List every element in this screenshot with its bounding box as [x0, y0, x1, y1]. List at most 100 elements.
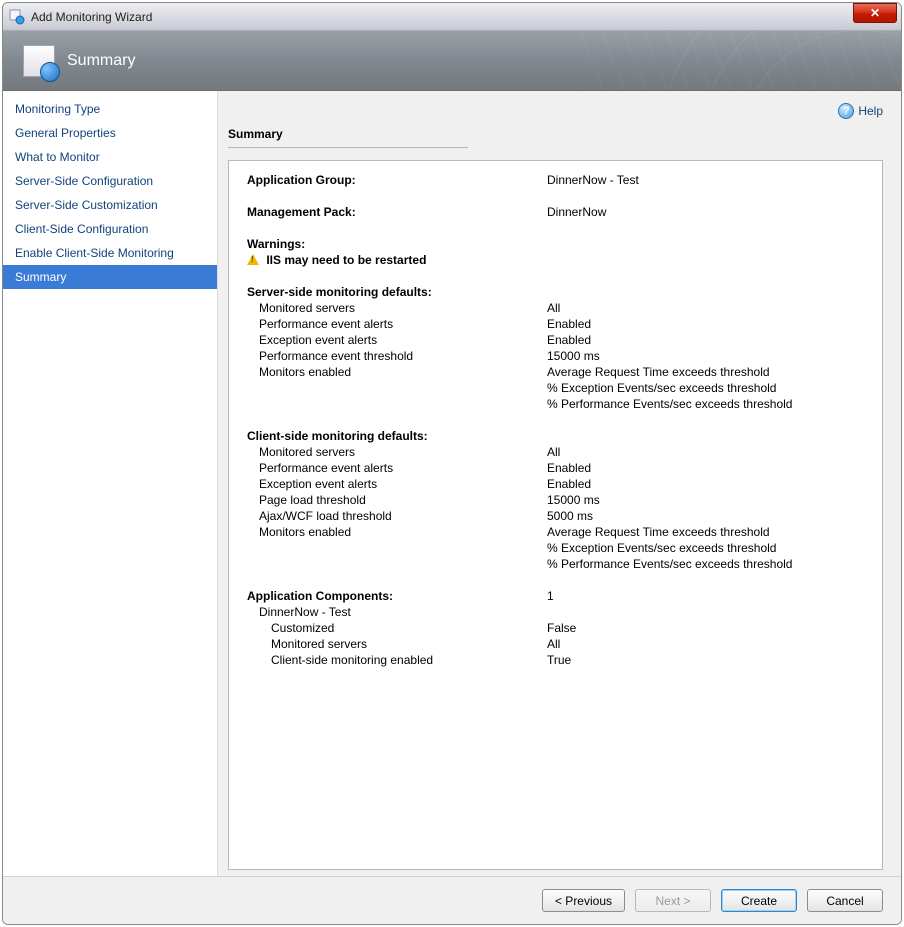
value-component-1-customized: False [547, 621, 864, 635]
wizard-footer: < Previous Next > Create Cancel [3, 876, 901, 924]
row-client-monitors-2: % Exception Events/sec exceeds threshold [247, 541, 864, 555]
row-management-pack: Management Pack: DinnerNow [247, 205, 864, 219]
warning-text: IIS may need to be restarted [266, 253, 426, 267]
main-panel: ? Help Summary Application Group: Dinner… [218, 91, 901, 876]
help-icon: ? [838, 103, 854, 119]
label-server-monitored-servers: Monitored servers [247, 301, 547, 315]
row-application-group: Application Group: DinnerNow - Test [247, 173, 864, 187]
row-client-monitored-servers: Monitored servers All [247, 445, 864, 459]
sidebar-item-server-side-customization[interactable]: Server-Side Customization [3, 193, 217, 217]
value-app-components: 1 [547, 589, 864, 603]
label-client-monitored-servers: Monitored servers [247, 445, 547, 459]
value-server-perf-alerts: Enabled [547, 317, 864, 331]
previous-button[interactable]: < Previous [542, 889, 625, 912]
label-app-components: Application Components: [247, 589, 547, 603]
label-server-perf-alerts: Performance event alerts [247, 317, 547, 331]
window-title: Add Monitoring Wizard [31, 10, 152, 24]
sidebar: Monitoring Type General Properties What … [3, 91, 218, 876]
row-server-exc-alerts: Exception event alerts Enabled [247, 333, 864, 347]
row-component-1-monitored-servers: Monitored servers All [247, 637, 864, 651]
row-server-perf-threshold: Performance event threshold 15000 ms [247, 349, 864, 363]
banner-title: Summary [67, 52, 135, 70]
row-component-1-client-side-enabled: Client-side monitoring enabled True [247, 653, 864, 667]
sidebar-item-label: Client-Side Configuration [15, 222, 148, 236]
label-component-1-customized: Customized [247, 621, 547, 635]
row-client-monitors-enabled: Monitors enabled Average Request Time ex… [247, 525, 864, 539]
row-component-1-name: DinnerNow - Test [247, 605, 864, 619]
sidebar-item-server-side-configuration[interactable]: Server-Side Configuration [3, 169, 217, 193]
banner: Summary [3, 31, 901, 91]
value-client-monitors-1: Average Request Time exceeds threshold [547, 525, 864, 539]
label-client-monitors-enabled: Monitors enabled [247, 525, 547, 539]
close-button[interactable]: ✕ [853, 3, 897, 23]
row-server-perf-alerts: Performance event alerts Enabled [247, 317, 864, 331]
close-icon: ✕ [870, 6, 880, 20]
sidebar-item-label: What to Monitor [15, 150, 100, 164]
value-server-perf-threshold: 15000 ms [547, 349, 864, 363]
label-server-monitors-enabled: Monitors enabled [247, 365, 547, 379]
value-client-exc-alerts: Enabled [547, 477, 864, 491]
label-application-group: Application Group: [247, 173, 547, 187]
sidebar-item-enable-client-side-monitoring[interactable]: Enable Client-Side Monitoring [3, 241, 217, 265]
row-client-heading: Client-side monitoring defaults: [247, 429, 864, 443]
label-client-perf-alerts: Performance event alerts [247, 461, 547, 475]
value-client-monitors-2: % Exception Events/sec exceeds threshold [547, 541, 864, 555]
label-client-page-load-threshold: Page load threshold [247, 493, 547, 507]
value-component-1-client-side-enabled: True [547, 653, 864, 667]
sidebar-item-what-to-monitor[interactable]: What to Monitor [3, 145, 217, 169]
component-1-name: DinnerNow - Test [247, 605, 547, 619]
cancel-button[interactable]: Cancel [807, 889, 883, 912]
wizard-body: Monitoring Type General Properties What … [3, 91, 901, 876]
row-app-components: Application Components: 1 [247, 589, 864, 603]
row-server-heading: Server-side monitoring defaults: [247, 285, 864, 299]
row-server-monitors-2: % Exception Events/sec exceeds threshold [247, 381, 864, 395]
value-server-monitored-servers: All [547, 301, 864, 315]
row-client-exc-alerts: Exception event alerts Enabled [247, 477, 864, 491]
sidebar-item-label: Server-Side Configuration [15, 174, 153, 188]
row-client-perf-alerts: Performance event alerts Enabled [247, 461, 864, 475]
value-client-monitored-servers: All [547, 445, 864, 459]
wizard-window: Add Monitoring Wizard ✕ Summary Monitori… [2, 2, 902, 925]
row-warning-1: IIS may need to be restarted [247, 253, 864, 267]
value-client-page-load-threshold: 15000 ms [547, 493, 864, 507]
value-server-monitors-1: Average Request Time exceeds threshold [547, 365, 864, 379]
label-warnings: Warnings: [247, 237, 547, 251]
value-management-pack: DinnerNow [547, 205, 864, 219]
sidebar-item-label: Enable Client-Side Monitoring [15, 246, 174, 260]
app-icon [9, 9, 25, 25]
value-component-1-monitored-servers: All [547, 637, 864, 651]
sidebar-item-monitoring-type[interactable]: Monitoring Type [3, 97, 217, 121]
help-link[interactable]: Help [858, 104, 883, 118]
label-server-perf-threshold: Performance event threshold [247, 349, 547, 363]
sidebar-item-label: Server-Side Customization [15, 198, 158, 212]
label-client-ajax-threshold: Ajax/WCF load threshold [247, 509, 547, 523]
sidebar-item-general-properties[interactable]: General Properties [3, 121, 217, 145]
label-management-pack: Management Pack: [247, 205, 547, 219]
sidebar-item-summary[interactable]: Summary [3, 265, 217, 289]
next-button: Next > [635, 889, 711, 912]
value-server-monitors-2: % Exception Events/sec exceeds threshold [547, 381, 864, 395]
titlebar: Add Monitoring Wizard ✕ [3, 3, 901, 31]
help-row: ? Help [228, 103, 883, 119]
label-component-1-client-side-enabled: Client-side monitoring enabled [247, 653, 547, 667]
row-server-monitors-enabled: Monitors enabled Average Request Time ex… [247, 365, 864, 379]
sidebar-item-label: Monitoring Type [15, 102, 100, 116]
row-server-monitors-3: % Performance Events/sec exceeds thresho… [247, 397, 864, 411]
sidebar-item-label: Summary [15, 270, 66, 284]
value-client-perf-alerts: Enabled [547, 461, 864, 475]
value-server-exc-alerts: Enabled [547, 333, 864, 347]
banner-decoration [581, 31, 901, 90]
value-client-monitors-3: % Performance Events/sec exceeds thresho… [547, 557, 864, 571]
label-client-exc-alerts: Exception event alerts [247, 477, 547, 491]
client-defaults-heading: Client-side monitoring defaults: [247, 429, 547, 443]
server-defaults-heading: Server-side monitoring defaults: [247, 285, 547, 299]
page-title: Summary [228, 127, 468, 148]
summary-content: Application Group: DinnerNow - Test Mana… [228, 160, 883, 870]
value-server-monitors-3: % Performance Events/sec exceeds thresho… [547, 397, 864, 411]
banner-icon [23, 45, 55, 77]
row-server-monitored-servers: Monitored servers All [247, 301, 864, 315]
warning-icon [247, 254, 259, 265]
label-server-exc-alerts: Exception event alerts [247, 333, 547, 347]
sidebar-item-client-side-configuration[interactable]: Client-Side Configuration [3, 217, 217, 241]
create-button[interactable]: Create [721, 889, 797, 912]
